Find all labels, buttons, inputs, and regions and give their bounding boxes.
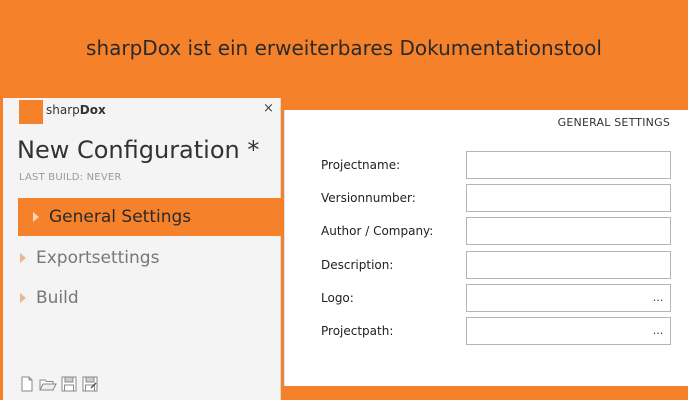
- field-label: Author / Company:: [321, 224, 434, 238]
- field-label: Logo:: [321, 291, 354, 305]
- projectpath-input[interactable]: [466, 317, 647, 345]
- logo-input[interactable]: [466, 284, 647, 312]
- close-icon[interactable]: ×: [263, 101, 274, 116]
- description-input[interactable]: [466, 251, 671, 279]
- config-title: New Configuration *: [17, 136, 260, 164]
- open-folder-icon[interactable]: [39, 376, 57, 392]
- app-brand: sharpDox: [46, 103, 106, 117]
- projectname-input[interactable]: [466, 151, 671, 179]
- field-label: Projectpath:: [321, 324, 394, 338]
- save-as-icon[interactable]: [81, 376, 99, 392]
- projectpath-browse-button[interactable]: ...: [646, 317, 671, 345]
- nav-item-label: Exportsettings: [36, 248, 160, 268]
- field-versionnumber: Versionnumber:: [321, 184, 671, 212]
- toolbar: [18, 376, 99, 392]
- field-projectpath: Projectpath: ...: [321, 317, 671, 345]
- versionnumber-input[interactable]: [466, 184, 671, 212]
- field-author-company: Author / Company:: [321, 217, 671, 245]
- author-company-input[interactable]: [466, 217, 671, 245]
- nav-item-label: General Settings: [49, 207, 192, 227]
- chevron-right-icon: [33, 212, 39, 222]
- chevron-right-icon: [20, 293, 26, 303]
- nav-item-general-settings[interactable]: General Settings: [18, 198, 281, 236]
- last-build-status: LAST BUILD: NEVER: [19, 172, 122, 183]
- nav-item-label: Build: [36, 288, 79, 308]
- field-label: Projectname:: [321, 158, 401, 172]
- field-label: Versionnumber:: [321, 191, 416, 205]
- field-description: Description:: [321, 251, 671, 279]
- sidebar: sharpDox × New Configuration * LAST BUIL…: [3, 98, 281, 400]
- field-logo: Logo: ...: [321, 284, 671, 312]
- save-icon[interactable]: [60, 376, 78, 392]
- field-projectname: Projectname:: [321, 151, 671, 179]
- field-label: Description:: [321, 258, 394, 272]
- new-file-icon[interactable]: [18, 376, 36, 392]
- nav-item-build[interactable]: Build: [18, 279, 281, 317]
- app-logo: [19, 100, 43, 124]
- logo-browse-button[interactable]: ...: [646, 284, 671, 312]
- settings-panel: GENERAL SETTINGS Projectname: Versionnum…: [284, 110, 688, 386]
- chevron-right-icon: [20, 253, 26, 263]
- nav-item-exportsettings[interactable]: Exportsettings: [18, 239, 281, 277]
- section-heading: GENERAL SETTINGS: [557, 116, 670, 129]
- app-brand-plain: sharp: [46, 103, 80, 117]
- banner-title: sharpDox ist ein erweiterbares Dokumenta…: [86, 36, 602, 60]
- app-brand-bold: Dox: [79, 103, 106, 117]
